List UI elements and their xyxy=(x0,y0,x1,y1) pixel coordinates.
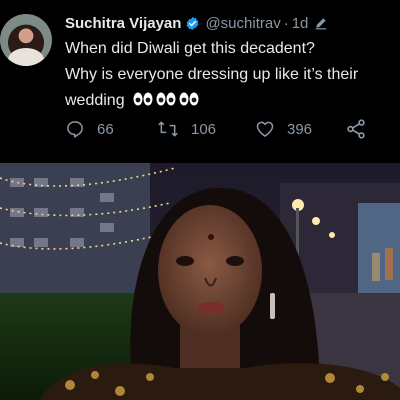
author-handle[interactable]: @suchitrav xyxy=(205,15,280,32)
like-button[interactable]: 396 xyxy=(255,117,312,141)
reply-icon xyxy=(67,121,83,138)
tweet-text-line-2: Why is everyone dressing up like it’s th… xyxy=(65,66,359,83)
tweet-text-line-3: wedding xyxy=(65,88,395,114)
edit-pencil-icon xyxy=(314,16,328,30)
reply-button[interactable]: 66 xyxy=(65,117,114,141)
video-still-image xyxy=(0,163,400,400)
tweet-media-video[interactable] xyxy=(0,163,400,400)
eyes-emoji-icon xyxy=(133,91,199,107)
tweet-actions-bar: 66 106 396 xyxy=(65,117,385,141)
author-name[interactable]: Suchitra Vijayan xyxy=(65,15,181,32)
separator-dot: · xyxy=(283,14,289,32)
tweet-text-line-1: When did Diwali get this decadent? xyxy=(65,40,315,57)
tweet-text: When did Diwali get this decadent? Why i… xyxy=(65,36,395,114)
retweet-count: 106 xyxy=(191,120,217,138)
retweet-icon xyxy=(158,121,178,137)
retweet-button[interactable]: 106 xyxy=(157,117,216,141)
share-icon xyxy=(347,119,365,139)
avatar-shoulders xyxy=(8,48,44,66)
verified-badge-icon xyxy=(185,16,200,31)
reply-count: 66 xyxy=(97,120,114,138)
tweet-header: Suchitra Vijayan @suchitrav · 1d xyxy=(65,13,328,33)
timestamp[interactable]: 1d xyxy=(292,15,309,32)
tweet-card: Suchitra Vijayan @suchitrav · 1d When di… xyxy=(0,0,400,163)
tweet-text-line-3-words: wedding xyxy=(65,92,125,109)
like-count: 396 xyxy=(287,120,313,138)
share-button[interactable] xyxy=(345,117,379,141)
author-avatar[interactable] xyxy=(0,14,52,66)
heart-icon xyxy=(256,121,274,137)
